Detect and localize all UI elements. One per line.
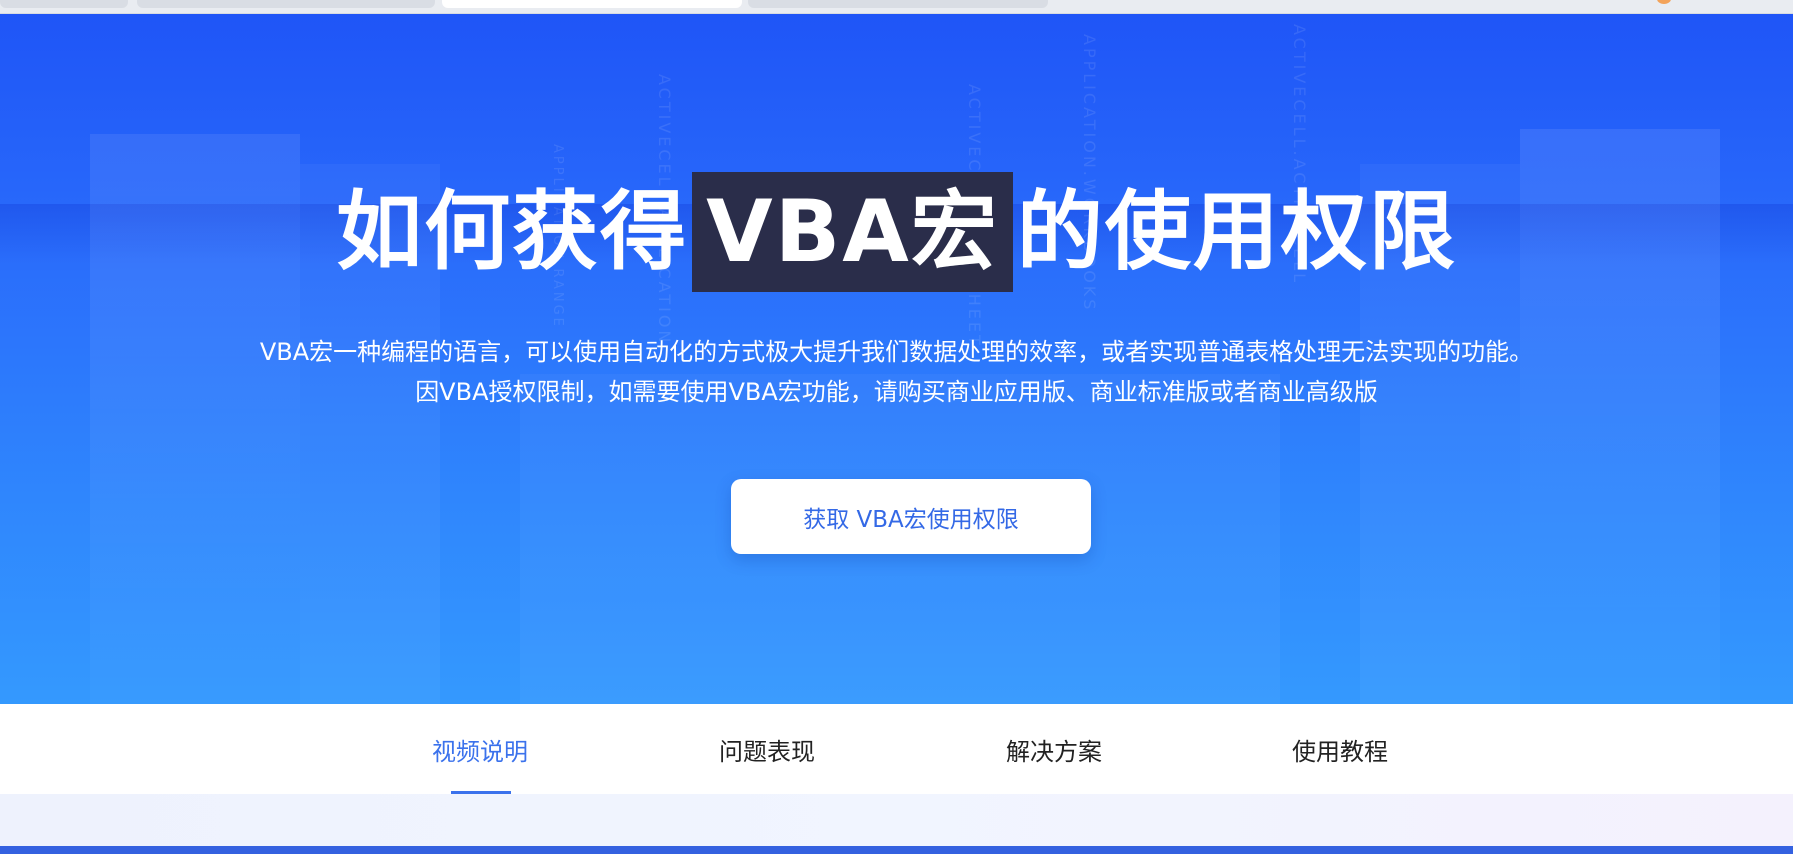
profile-avatar-icon[interactable] xyxy=(1657,0,1671,4)
page-title: 如何获得 VBA宏 的使用权限 xyxy=(0,172,1793,292)
browser-tab[interactable] xyxy=(0,0,128,8)
title-before: 如何获得 xyxy=(336,182,689,282)
browser-tab-strip xyxy=(0,0,1793,14)
hero-description-line-1: VBA宏一种编程的语言，可以使用自动化的方式极大提升我们数据处理的效率，或者实现… xyxy=(259,338,1534,366)
hero-banner: ACTIVECELL.APPLICATION APPLICATION.WORKB… xyxy=(0,14,1793,704)
get-vba-permission-button[interactable]: 获取 VBA宏使用权限 xyxy=(731,479,1091,554)
section-tab-bar: 视频说明 问题表现 解决方案 使用教程 xyxy=(0,704,1793,797)
content-area xyxy=(0,794,1793,846)
tab-problem[interactable]: 问题表现 xyxy=(707,704,827,794)
tab-solution[interactable]: 解决方案 xyxy=(994,704,1114,794)
tab-video-intro[interactable]: 视频说明 xyxy=(420,704,540,794)
title-highlight: VBA宏 xyxy=(692,172,1013,292)
title-after: 的使用权限 xyxy=(1016,182,1457,282)
browser-tab-active[interactable] xyxy=(442,0,742,8)
hero-description-line-2: 因VBA授权限制，如需要使用VBA宏功能，请购买商业应用版、商业标准版或者商业高… xyxy=(415,378,1378,406)
next-section-edge xyxy=(0,846,1793,854)
browser-tab[interactable] xyxy=(137,0,435,8)
browser-tab[interactable] xyxy=(748,0,1048,8)
tab-tutorial[interactable]: 使用教程 xyxy=(1280,704,1400,794)
